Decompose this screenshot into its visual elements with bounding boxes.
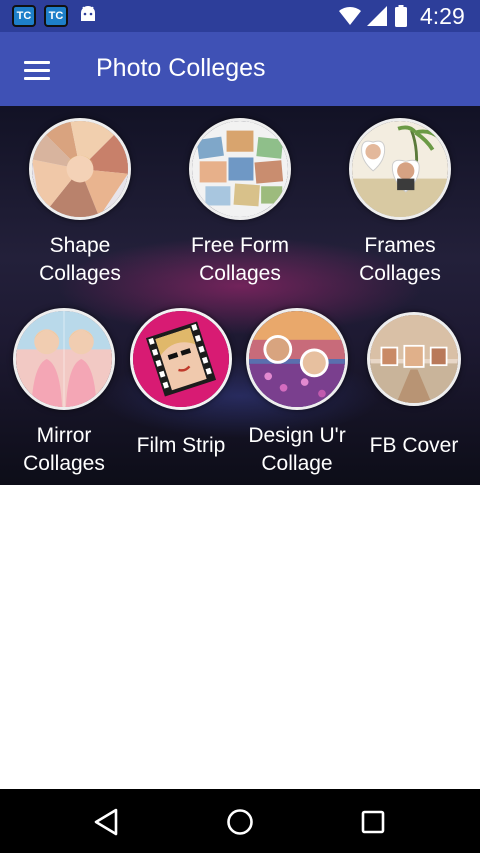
tile-mirror-collages[interactable]: Mirror Collages — [0, 308, 128, 478]
page-title: Photo Colleges — [96, 54, 266, 82]
tile-design-ur-collage[interactable]: Design U'r Collage — [234, 308, 360, 478]
status-bar: TC TC 4:29 — [0, 0, 480, 32]
collage-options-panel: Shape Collages Free Form Collages Frames… — [0, 106, 480, 485]
tile-film-strip[interactable]: Film Strip — [118, 308, 244, 464]
home-circle-icon[interactable] — [223, 805, 257, 839]
tile-label: Film Strip — [136, 434, 226, 457]
shape-collage-thumb — [29, 118, 131, 220]
android-icon — [81, 6, 95, 21]
navigation-bar — [0, 789, 480, 853]
clock: 4:29 — [420, 3, 465, 29]
tile-free-form-collages[interactable]: Free Form Collages — [160, 118, 320, 288]
signal-icon — [367, 6, 387, 26]
back-triangle-icon[interactable] — [90, 805, 124, 839]
battery-icon — [395, 5, 407, 27]
recents-square-icon[interactable] — [356, 805, 390, 839]
free-form-collage-thumb — [189, 118, 291, 220]
tile-label: Mirror Collages — [23, 424, 105, 475]
design-collage-thumb — [246, 308, 348, 410]
tile-label: Shape Collages — [39, 234, 121, 285]
tile-label: Free Form Collages — [190, 234, 289, 285]
tile-fb-cover[interactable]: FB Cover — [354, 312, 474, 464]
fb-cover-thumb — [367, 312, 461, 406]
frames-collage-thumb — [349, 118, 451, 220]
tile-label: Frames Collages — [359, 234, 441, 285]
tc-app-icon-2: TC — [44, 5, 68, 27]
mirror-collage-thumb — [13, 308, 115, 410]
tile-shape-collages[interactable]: Shape Collages — [0, 118, 160, 288]
app-bar: Photo Colleges — [0, 32, 480, 106]
wifi-icon — [339, 6, 361, 26]
tile-frames-collages[interactable]: Frames Collages — [320, 118, 480, 288]
tile-label: FB Cover — [369, 434, 459, 457]
tc-app-icon: TC — [12, 5, 36, 27]
film-strip-thumb — [130, 308, 232, 410]
tile-label: Design U'r Collage — [248, 424, 346, 475]
hamburger-menu-icon[interactable] — [14, 50, 60, 90]
